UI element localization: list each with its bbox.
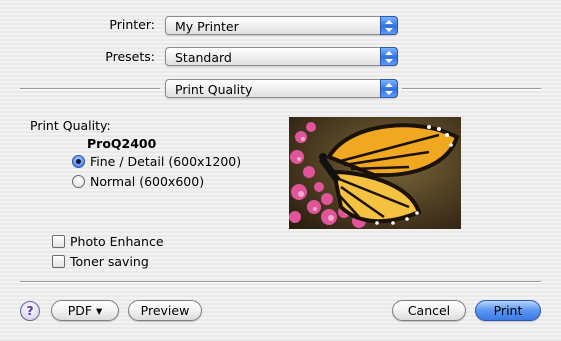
updown-arrows-icon — [380, 79, 398, 98]
model-label: ProQ2400 — [87, 136, 157, 151]
help-button[interactable]: ? — [20, 301, 40, 321]
printer-popup[interactable]: My Printer — [165, 16, 398, 35]
top-separator-left — [20, 88, 160, 90]
preview-button[interactable]: Preview — [128, 300, 202, 321]
print-button[interactable]: Print — [475, 300, 541, 321]
toner-saving-label: Toner saving — [70, 254, 149, 269]
print-quality-heading: Print Quality: — [30, 118, 111, 133]
radio-normal-label: Normal (600x600) — [90, 174, 205, 189]
pdf-button[interactable]: PDF ▾ — [51, 300, 119, 321]
top-separator-right — [402, 88, 541, 90]
presets-popup[interactable]: Standard — [165, 47, 398, 66]
updown-arrows-icon — [380, 47, 398, 66]
panel-popup[interactable]: Print Quality — [165, 79, 398, 98]
photo-enhance-label: Photo Enhance — [70, 234, 164, 249]
toner-saving-checkbox[interactable] — [52, 255, 65, 268]
radio-fine-detail-label: Fine / Detail (600x1200) — [90, 154, 242, 169]
printer-label: Printer: — [109, 17, 155, 32]
updown-arrows-icon — [380, 16, 398, 35]
printer-value: My Printer — [175, 19, 239, 34]
radio-normal-control[interactable] — [72, 175, 85, 188]
preview-photo — [289, 117, 461, 229]
photo-enhance-checkbox[interactable] — [52, 235, 65, 248]
presets-label: Presets: — [105, 49, 155, 64]
radio-fine-detail-control[interactable] — [72, 155, 85, 168]
panel-value: Print Quality — [175, 82, 253, 97]
presets-value: Standard — [175, 50, 232, 65]
bottom-separator — [20, 281, 541, 283]
cancel-button[interactable]: Cancel — [392, 300, 466, 321]
